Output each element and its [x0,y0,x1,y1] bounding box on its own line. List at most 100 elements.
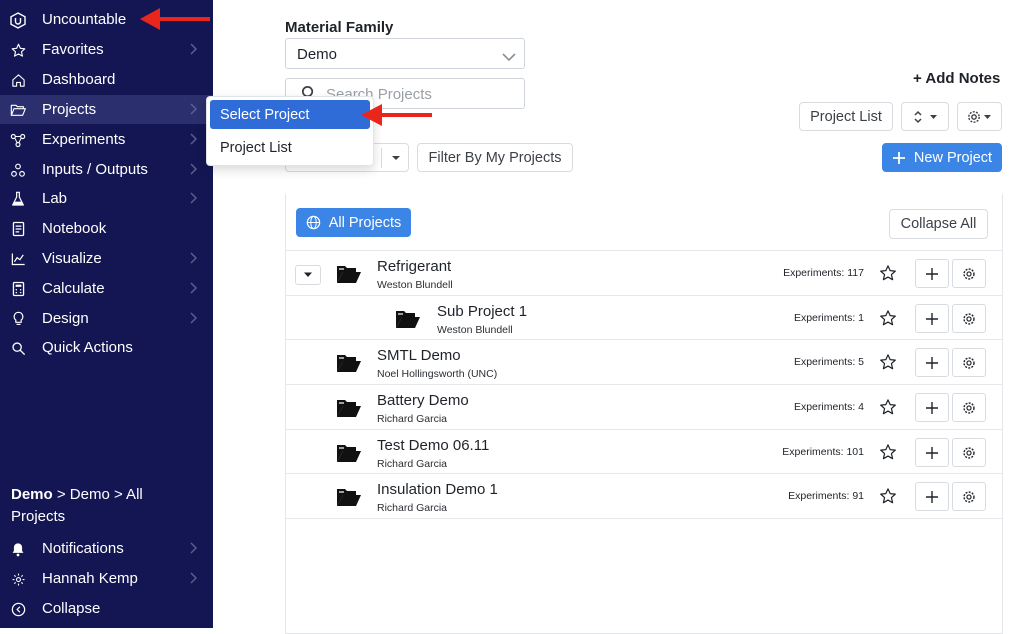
plus-icon [926,356,938,369]
calculator-icon [10,281,26,297]
settings-button[interactable] [952,348,986,377]
chevron-right-icon [188,102,198,116]
plus-icon [892,151,905,164]
add-button[interactable] [915,482,949,511]
sidebar-item-projects[interactable]: Projects [0,95,213,124]
add-button[interactable] [915,438,949,467]
project-row[interactable]: Sub Project 1 Weston Blundell Experiment… [285,295,1003,340]
annotation-arrow [361,104,432,126]
plus-icon [926,312,938,325]
sidebar-item-visualize[interactable]: Visualize [0,244,213,273]
star-icon[interactable] [879,264,897,282]
project-row[interactable]: Test Demo 06.11 Richard Garcia Experimen… [285,429,1003,474]
home-icon [10,72,26,88]
breadcrumb-root[interactable]: Demo [11,486,53,503]
project-row[interactable]: SMTL Demo Noel Hollingsworth (UNC) Exper… [285,339,1003,384]
expand-toggle[interactable] [295,265,321,285]
material-family-select[interactable]: Demo [285,38,525,69]
sidebar-item-design[interactable]: Design [0,304,213,333]
bell-icon [10,541,26,557]
chevron-right-icon [188,311,198,325]
project-row[interactable]: Insulation Demo 1 Richard Garcia Experim… [285,473,1003,518]
project-name[interactable]: Refrigerant [377,258,451,275]
sidebar-item-user[interactable]: Hannah Kemp [0,564,213,593]
settings-button[interactable] [952,393,986,422]
project-owner: Richard Garcia [377,413,448,425]
chevron-right-icon [188,162,198,176]
sidebar-item-collapse[interactable]: Collapse [0,594,213,623]
add-notes-button[interactable]: + Add Notes [913,70,1000,87]
chevron-right-icon [188,541,198,555]
collapse-all-button[interactable]: Collapse All [889,209,988,239]
sidebar-item-notebook[interactable]: Notebook [0,214,213,243]
project-name[interactable]: Test Demo 06.11 [377,437,489,454]
plus-icon [926,490,938,503]
sort-button[interactable] [901,102,949,131]
folder-open-icon [337,355,361,372]
network-icon [10,132,26,148]
caret-down-icon [392,155,400,160]
filter-my-projects-button[interactable]: Filter By My Projects [417,143,573,172]
sidebar-item-notifications[interactable]: Notifications [0,534,213,563]
settings-button[interactable] [952,259,986,288]
star-icon [10,42,26,58]
collapse-icon [10,601,26,617]
star-icon[interactable] [879,487,897,505]
star-icon[interactable] [879,443,897,461]
experiments-count: Experiments: 91 [788,490,864,502]
project-name[interactable]: Insulation Demo 1 [377,481,498,498]
gear-icon [963,356,975,369]
caret-down-icon [304,272,312,277]
gear-icon [963,446,975,459]
menu-item-project-list[interactable]: Project List [210,133,370,162]
sidebar-item-experiments[interactable]: Experiments [0,125,213,154]
new-project-label: New Project [913,149,993,166]
sidebar-item-inputs-outputs[interactable]: Inputs / Outputs [0,155,213,184]
settings-button[interactable] [952,482,986,511]
star-icon[interactable] [879,353,897,371]
hex-logo-icon [10,11,26,29]
sidebar-item-quick-actions[interactable]: Quick Actions [0,333,213,362]
project-row[interactable]: Battery Demo Richard Garcia Experiments:… [285,384,1003,429]
folder-open-icon [337,445,361,462]
sidebar-item-dashboard[interactable]: Dashboard [0,65,213,94]
sidebar-item-favorites[interactable]: Favorites [0,35,213,64]
experiments-count: Experiments: 1 [793,312,864,324]
sidebar-item-calculate[interactable]: Calculate [0,274,213,303]
add-button[interactable] [915,304,949,333]
all-projects-button[interactable]: All Projects [296,208,411,237]
sort-icon [914,110,937,123]
chevron-down-icon [502,49,516,66]
add-button[interactable] [915,348,949,377]
project-name[interactable]: SMTL Demo [377,347,461,364]
project-name[interactable]: Sub Project 1 [437,303,527,320]
add-button[interactable] [915,393,949,422]
settings-button[interactable] [952,438,986,467]
settings-button[interactable] [952,304,986,333]
plus-icon [926,401,938,414]
sidebar-item-label: Experiments [42,131,126,148]
new-project-button[interactable]: New Project [882,143,1002,172]
sidebar-item-label: Calculate [42,280,105,297]
search-icon [10,340,26,356]
sidebar-item-label: Collapse [42,600,101,617]
star-icon[interactable] [879,309,897,327]
star-icon[interactable] [879,398,897,416]
settings-menu-button[interactable] [957,102,1002,131]
breadcrumb: Demo > Demo > All Projects [11,484,201,528]
divider [381,148,382,168]
project-name[interactable]: Battery Demo [377,392,469,409]
project-owner: Richard Garcia [377,458,448,470]
all-projects-label: All Projects [328,214,402,231]
sidebar-item-label: Projects [42,101,97,118]
folder-open-icon [337,489,361,506]
folder-open-icon [337,400,361,417]
gear-icon [10,571,26,587]
menu-item-select-project[interactable]: Select Project [210,100,370,129]
project-row[interactable]: Refrigerant Weston Blundell Experiments:… [285,250,1003,295]
project-list-button[interactable]: Project List [799,102,893,131]
add-button[interactable] [915,259,949,288]
sidebar-item-label: Notebook [42,220,107,237]
material-family-label: Material Family [285,19,394,36]
sidebar-item-lab[interactable]: Lab [0,184,213,213]
